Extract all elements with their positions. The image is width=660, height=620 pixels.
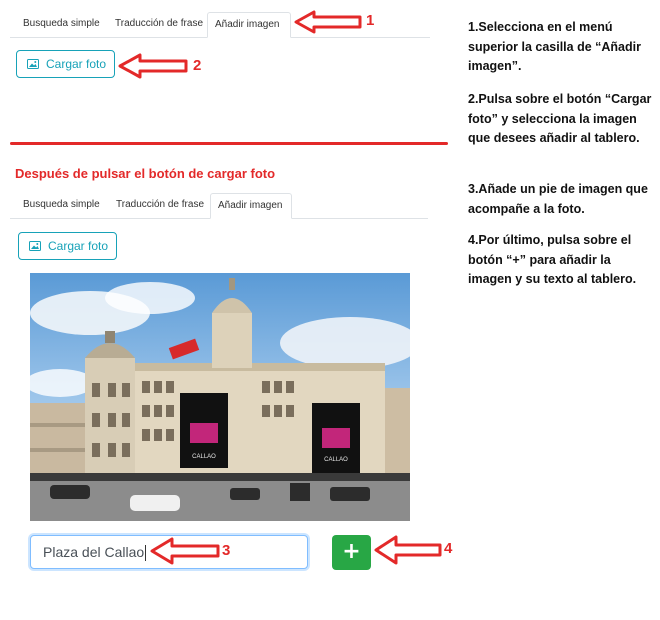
arrow-marker-2 xyxy=(118,53,188,79)
marker-3: 3 xyxy=(222,542,231,559)
instruction-2: 2.Pulsa sobre el botón “Cargar foto” y s… xyxy=(468,92,652,145)
instruction-4: 4.Por último, pulsa sobre el botón “+” p… xyxy=(468,233,637,286)
marker-1: 1 xyxy=(366,12,375,29)
tab-busqueda-simple[interactable]: Busqueda simple xyxy=(16,12,107,36)
add-image-button[interactable]: + xyxy=(332,535,371,570)
cargar-foto-button[interactable]: Cargar foto xyxy=(16,50,115,78)
marker-4: 4 xyxy=(444,540,453,557)
section-divider xyxy=(10,142,448,145)
after-upload-label: Después de pulsar el botón de cargar fot… xyxy=(15,166,276,181)
cargar-foto-label: Cargar foto xyxy=(46,57,107,71)
billboard-text-right: CALLAO xyxy=(324,457,348,463)
tab-traduccion-frase[interactable]: Traducción de frase xyxy=(108,12,210,36)
arrow-marker-3 xyxy=(150,537,220,565)
arrow-marker-1 xyxy=(294,10,362,34)
bottom-tab-bar: Busqueda simple Traducción de frase Añad… xyxy=(10,193,428,219)
tab-traduccion-frase[interactable]: Traducción de frase xyxy=(109,193,211,217)
image-icon xyxy=(27,59,39,69)
tab-anadir-imagen[interactable]: Añadir imagen xyxy=(210,193,292,219)
arrow-marker-4 xyxy=(374,535,442,565)
instruction-3: 3.Añade un pie de imagen que acompañe a … xyxy=(468,182,648,216)
uploaded-photo: CALLAO CALLAO xyxy=(30,273,410,521)
cargar-foto-button[interactable]: Cargar foto xyxy=(18,232,117,260)
text-caret xyxy=(145,545,147,562)
marker-2: 2 xyxy=(193,57,202,74)
tab-anadir-imagen[interactable]: Añadir imagen xyxy=(207,12,291,38)
instruction-1: 1.Selecciona en el menú superior la casi… xyxy=(468,20,641,73)
tab-busqueda-simple[interactable]: Busqueda simple xyxy=(16,193,107,217)
cargar-foto-label: Cargar foto xyxy=(48,239,109,253)
image-icon xyxy=(29,241,41,251)
caption-value: Plaza del Callao xyxy=(43,544,145,560)
billboard-text-left: CALLAO xyxy=(192,454,216,460)
